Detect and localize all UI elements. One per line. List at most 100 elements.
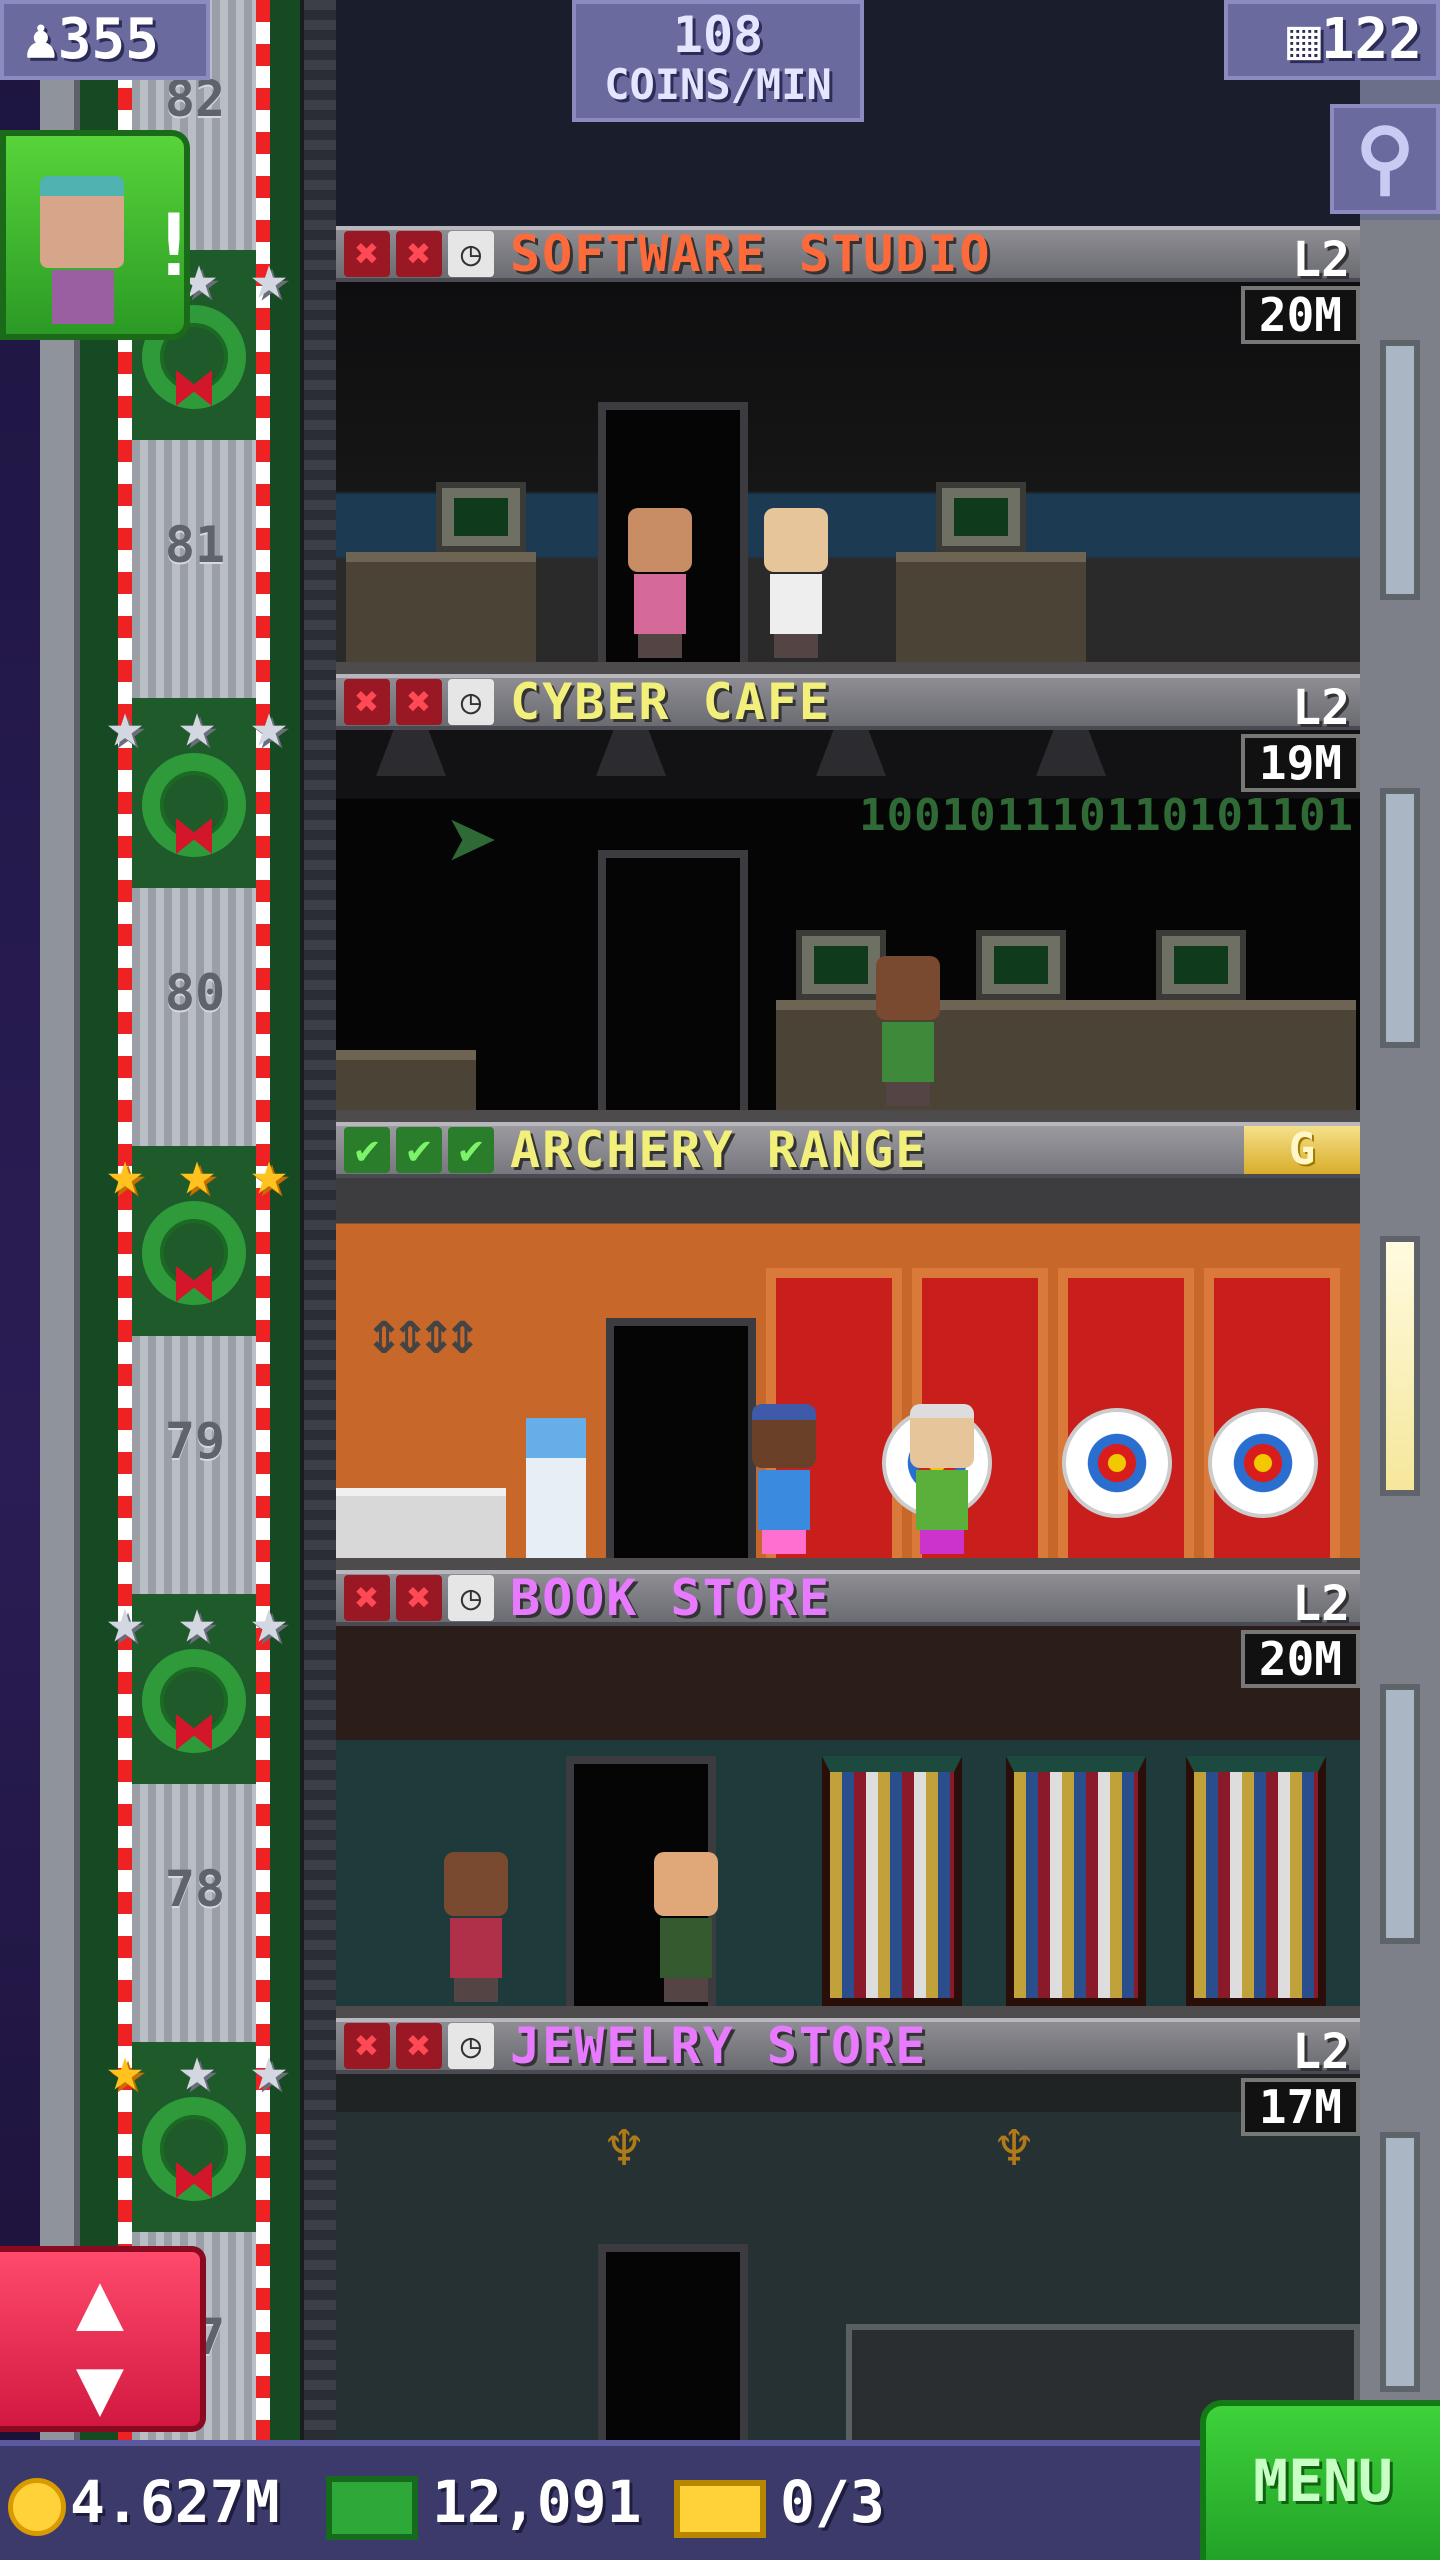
floor-level: L2 — [1292, 2024, 1350, 2080]
bitizen[interactable] — [902, 1404, 982, 1554]
bux-icon[interactable] — [326, 2476, 418, 2540]
computer-desks — [776, 1000, 1356, 1110]
gold-star-icon: ★ — [178, 1136, 216, 1209]
coins-per-minute-value: 108 — [672, 6, 764, 64]
shaft-divider — [300, 0, 336, 2440]
chandelier-icon: ♆ — [996, 2114, 1033, 2184]
magnifier-icon: ⚲ — [1355, 111, 1415, 204]
bux-value: 12,091 — [432, 2468, 642, 2536]
x-icon: ✖ — [344, 679, 390, 725]
clock-icon: ◷ — [448, 231, 494, 277]
bitizen-alert-button[interactable]: ! — [0, 130, 200, 340]
clock-icon: ◷ — [448, 2023, 494, 2069]
building-icon: ▦ — [1287, 7, 1321, 72]
bitizen[interactable] — [756, 508, 836, 658]
elevator-button[interactable]: ▲ ▼ — [0, 2246, 206, 2432]
restock-timer: 17M — [1240, 2078, 1360, 2136]
floor-book-store[interactable]: ✖ ✖ ◷ BOOK STORE L2 20M — [336, 1569, 1360, 2018]
counter — [336, 1050, 476, 1110]
floor-header: ✖ ✖ ◷ CYBER CAFE L2 — [336, 673, 1360, 736]
tickets-value: 0/3 — [780, 2468, 885, 2536]
x-icon: ✖ — [396, 679, 442, 725]
check-icon: ✔ — [344, 1127, 390, 1173]
bitizen[interactable] — [744, 1404, 824, 1554]
chandelier-icon: ♆ — [606, 2114, 643, 2184]
space-background — [0, 0, 40, 2440]
floor-star-rating: ★ ★ ★ — [92, 692, 302, 762]
bookshelf — [822, 1756, 962, 2006]
floor-star-rating: ★ ★ ★ — [92, 1140, 302, 1210]
menu-button[interactable]: MENU — [1200, 2400, 1440, 2560]
silver-star-icon: ★ — [178, 1584, 216, 1657]
computer-monitor-icon — [976, 930, 1066, 1000]
bitizen[interactable] — [620, 508, 700, 658]
ceiling-lamp — [376, 730, 446, 776]
floor-level: L2 — [1292, 232, 1350, 288]
shaft-floor-label: 80 — [164, 964, 226, 1022]
floor-name: ARCHERY RANGE — [510, 1121, 928, 1179]
bitizen[interactable] — [868, 956, 948, 1106]
silver-star-icon: ★ — [250, 1584, 288, 1657]
shaft-floor-label: 78 — [164, 1860, 226, 1918]
shaft-floor-label: 79 — [164, 1412, 226, 1470]
shaft-floor-label: 81 — [164, 516, 226, 574]
ceiling-lamp — [596, 730, 666, 776]
ceiling-lamp — [816, 730, 886, 776]
counter — [336, 1488, 506, 1558]
up-down-arrow-icon: ▲ ▼ — [75, 2254, 125, 2433]
coin-icon — [8, 2478, 66, 2536]
restock-timer: 20M — [1240, 286, 1360, 344]
check-icon: ✔ — [396, 1127, 442, 1173]
floor-star-rating: ★ ★ ★ — [92, 2036, 302, 2106]
desk — [346, 552, 536, 662]
restock-timer: 20M — [1240, 1630, 1360, 1688]
floor-header: ✖ ✖ ◷ BOOK STORE L2 — [336, 1569, 1360, 1632]
gold-star-icon: ★ — [250, 1136, 288, 1209]
arrow-rack-icon: ⇕⇕⇕⇕ — [366, 1298, 481, 1368]
floor-cyber-cafe[interactable]: ✖ ✖ ◷ CYBER CAFE L2 ➤ 100101110110101101… — [336, 673, 1360, 1122]
window — [1380, 1236, 1420, 1496]
silver-star-icon: ★ — [250, 688, 288, 761]
bitizen-avatar — [40, 176, 124, 268]
bitizen[interactable] — [646, 1852, 726, 2002]
coins-per-minute-display[interactable]: 108 COINS/MIN — [572, 0, 864, 122]
silver-star-icon: ★ — [178, 2032, 216, 2105]
floor-software-studio[interactable]: ✖ ✖ ◷ SOFTWARE STUDIO L2 20M — [336, 225, 1360, 674]
archery-target-icon — [1062, 1408, 1172, 1518]
floor-room: ⇕⇕⇕⇕ — [336, 1178, 1360, 1558]
window — [1380, 2132, 1420, 2392]
population-counter[interactable]: ♟355 — [0, 0, 210, 80]
bitizen[interactable] — [436, 1852, 516, 2002]
gold-level-badge: G — [1244, 1126, 1360, 1174]
floor-archery-range[interactable]: ✔ ✔ ✔ ARCHERY RANGE G ⇕⇕⇕⇕ — [336, 1121, 1360, 1570]
coins-per-minute-label: COINS/MIN — [604, 60, 832, 109]
floor-room: ♆ ♆ — [336, 2074, 1360, 2454]
x-icon: ✖ — [344, 231, 390, 277]
door — [598, 2244, 748, 2454]
silver-star-icon: ★ — [106, 688, 144, 761]
golden-ticket-icon[interactable] — [674, 2480, 766, 2538]
floor-count-value: 122 — [1320, 7, 1422, 72]
door — [598, 850, 748, 1110]
cursor-arrow-icon: ➤ — [446, 790, 501, 895]
floor-star-rating: ★ ★ ★ — [92, 1588, 302, 1658]
window — [1380, 340, 1420, 600]
coins-value: 4.627M — [70, 2468, 280, 2536]
archery-target-icon — [1208, 1408, 1318, 1518]
x-icon: ✖ — [396, 231, 442, 277]
water-cooler-icon — [526, 1418, 586, 1558]
restock-timer: 19M — [1240, 734, 1360, 792]
search-button[interactable]: ⚲ — [1330, 104, 1440, 214]
bitizen-avatar-shirt — [52, 270, 114, 324]
floor-name: SOFTWARE STUDIO — [510, 225, 992, 283]
floor-room: ➤ 100101110110101101 — [336, 730, 1360, 1110]
computer-monitor-icon — [936, 482, 1026, 552]
window — [1380, 788, 1420, 1048]
check-icon: ✔ — [448, 1127, 494, 1173]
silver-star-icon: ★ — [178, 688, 216, 761]
floor-jewelry-store[interactable]: ✖ ✖ ◷ JEWELRY STORE L2 ♆ ♆ 17M — [336, 2017, 1360, 2454]
computer-monitor-icon — [1156, 930, 1246, 1000]
silver-star-icon: ★ — [106, 1584, 144, 1657]
person-icon: ♟ — [24, 7, 58, 72]
floor-count-display[interactable]: ▦122 — [1224, 0, 1440, 80]
